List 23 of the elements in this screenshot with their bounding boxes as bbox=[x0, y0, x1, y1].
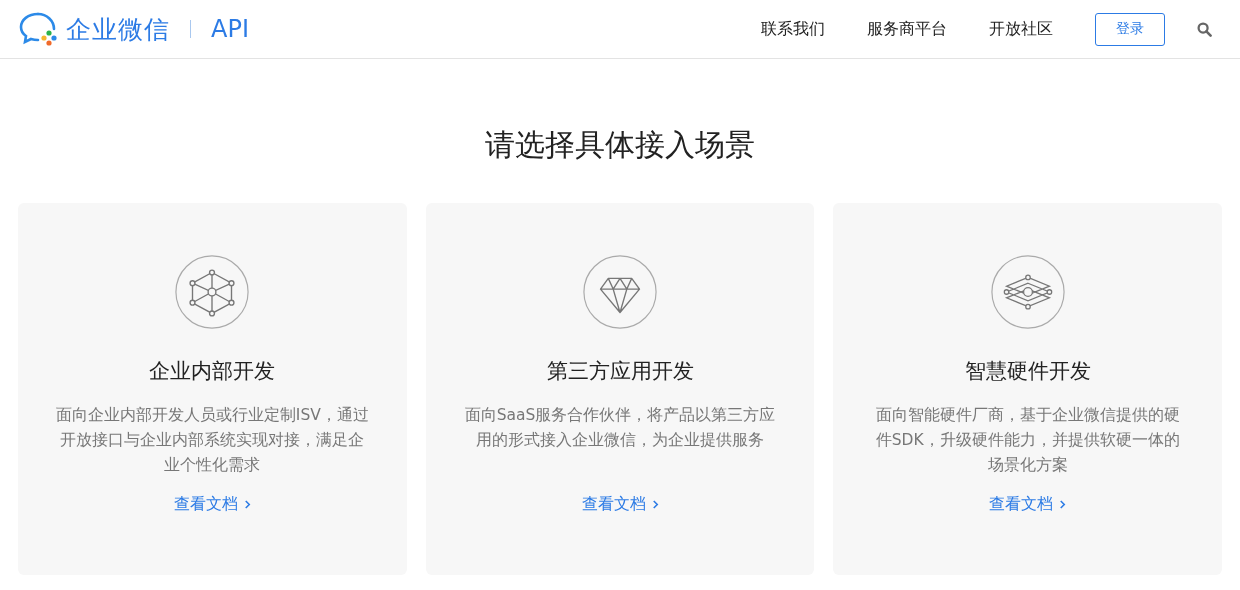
view-docs-link[interactable]: 查看文档 bbox=[989, 494, 1067, 515]
section-heading: 请选择具体接入场景 bbox=[484, 127, 756, 163]
nav-link[interactable]: 开放社区 bbox=[989, 18, 1053, 40]
nav-link[interactable]: 联系我们 bbox=[761, 18, 825, 40]
view-docs-link[interactable]: 查看文档 bbox=[173, 494, 251, 515]
card-description: 面向企业内部开发人员或行业定制ISV，通过开放接口与企业内部系统实现对接，满足企业个性化需求 bbox=[54, 405, 370, 476]
card-description: 面向SaaS服务合作伙伴，将产品以第三方应用的形式接入企业微信，为企业提供服务 bbox=[463, 405, 777, 451]
card-title: 第三方应用开发 bbox=[546, 358, 694, 385]
search-icon[interactable] bbox=[1197, 21, 1212, 37]
brand-name: 企业微信 bbox=[66, 13, 170, 46]
cube-network-icon bbox=[173, 253, 252, 331]
nav-link[interactable]: 服务商平台 bbox=[867, 18, 947, 40]
chevron-icon bbox=[1059, 499, 1067, 510]
card-title: 企业内部开发 bbox=[149, 358, 276, 385]
chevron-icon bbox=[243, 499, 251, 510]
view-docs-link[interactable]: 查看文档 bbox=[581, 494, 659, 515]
chevron-icon bbox=[651, 499, 659, 510]
layers-icon bbox=[988, 253, 1067, 331]
card-title: 智慧硬件开发 bbox=[964, 358, 1091, 385]
product-name: API bbox=[211, 15, 249, 43]
chat-bubble-logo-icon bbox=[18, 11, 58, 47]
card-description: 面向智能硬件厂商，基于企业微信提供的硬件SDK，升级硬件能力，并提供软硬一体的场景化方案 bbox=[874, 405, 1181, 476]
login-button[interactable]: 登录 bbox=[1095, 12, 1165, 46]
